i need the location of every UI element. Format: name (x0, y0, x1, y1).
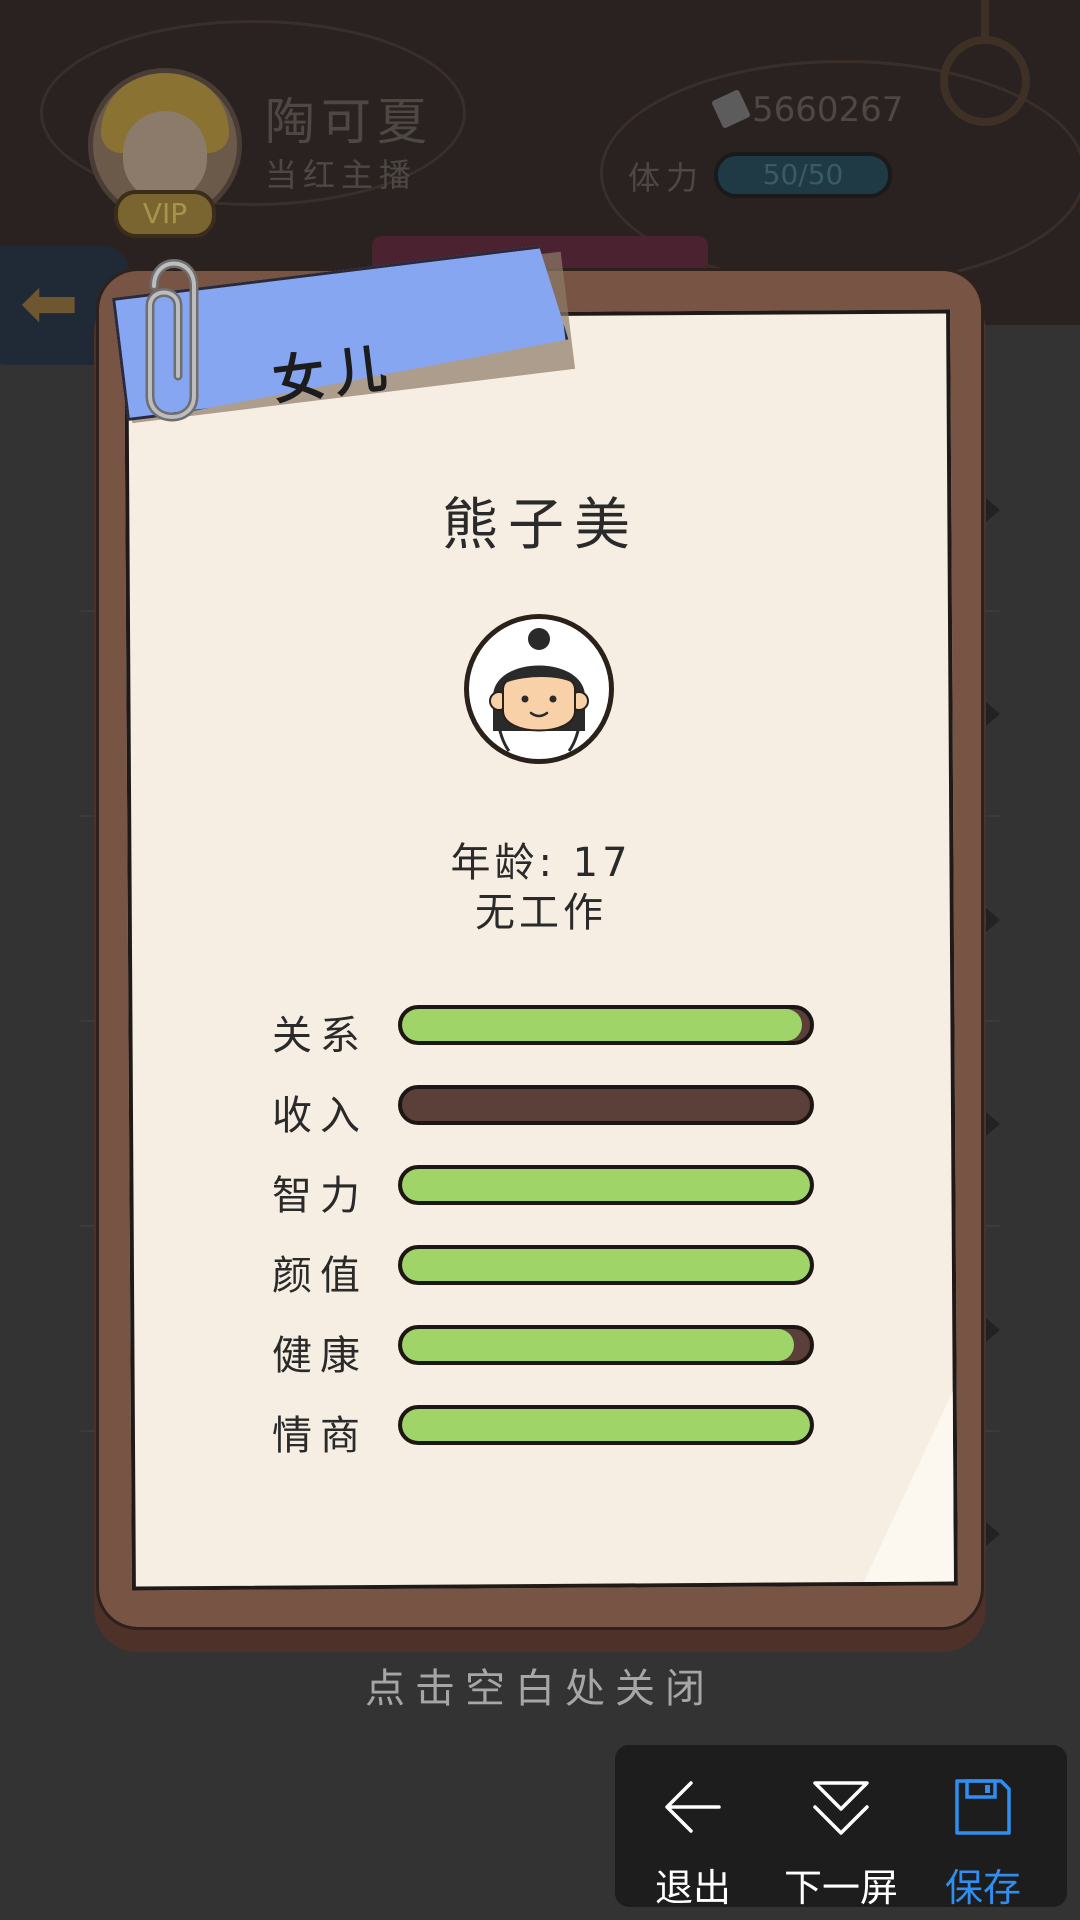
player-name: 陶可夏 (265, 93, 433, 151)
stat-fill-looks (402, 1249, 810, 1281)
bottom-toolbar: 退出 下一屏 保存 (615, 1745, 1067, 1910)
list-item-arrow-icon (986, 702, 1000, 726)
double-chevron-down-icon (813, 1781, 869, 1835)
back-arrow-icon: ⬅ (20, 262, 79, 344)
stat-label-income: 收入 (272, 1093, 368, 1139)
stat-label-eq: 情商 (272, 1413, 368, 1459)
list-item-arrow-icon (986, 1112, 1000, 1136)
stat-fill-health (402, 1329, 794, 1361)
stat-bar-eq (398, 1405, 814, 1445)
stamina-label: 体力 (628, 159, 705, 197)
exit-label: 退出 (654, 1866, 731, 1910)
paper-fold-corner (862, 1391, 954, 1583)
arrow-left-icon (665, 1781, 721, 1833)
stat-label-health: 健康 (272, 1333, 368, 1379)
exit-button[interactable]: 退出 (623, 1745, 763, 1910)
next-screen-label: 下一屏 (783, 1866, 898, 1910)
job-text: 无工作 (475, 890, 607, 936)
stat-label-intelligence: 智力 (272, 1173, 368, 1219)
list-item-arrow-icon (986, 498, 1000, 522)
save-label: 保存 (944, 1866, 1021, 1910)
child-avatar (464, 614, 614, 764)
stat-bar-relation (398, 1005, 814, 1045)
category-ribbon-label: 女儿 (269, 336, 400, 413)
vip-badge: VIP (114, 190, 216, 238)
money-value: 5660267 (752, 90, 904, 130)
stat-bar-health (398, 1325, 814, 1365)
child-name: 熊子美 (442, 493, 640, 558)
stamina-bar: 50/50 (714, 152, 892, 198)
list-item-arrow-icon (986, 1318, 1000, 1342)
ring-handle-rod (981, 0, 989, 40)
next-screen-button[interactable]: 下一屏 (771, 1745, 911, 1910)
stat-fill-relation (402, 1009, 802, 1041)
girl-face-icon (489, 628, 589, 752)
stat-fill-intelligence (402, 1169, 810, 1201)
stat-label-relation: 关系 (272, 1013, 368, 1059)
stat-bar-intelligence (398, 1165, 814, 1205)
save-button[interactable]: 保存 (913, 1745, 1053, 1910)
list-item-arrow-icon (986, 1522, 1000, 1546)
save-disk-icon (955, 1779, 1011, 1835)
stat-label-looks: 颜值 (272, 1253, 368, 1299)
close-hint-text[interactable]: 点击空白处关闭 (0, 1656, 1080, 1714)
player-title: 当红主播 (265, 156, 418, 194)
stat-bar-looks (398, 1245, 814, 1285)
stat-fill-eq (402, 1409, 810, 1441)
stat-bar-income (398, 1085, 814, 1125)
paperclip-icon (145, 259, 199, 422)
ring-handle-icon[interactable] (940, 36, 1030, 126)
list-item-arrow-icon (986, 908, 1000, 932)
